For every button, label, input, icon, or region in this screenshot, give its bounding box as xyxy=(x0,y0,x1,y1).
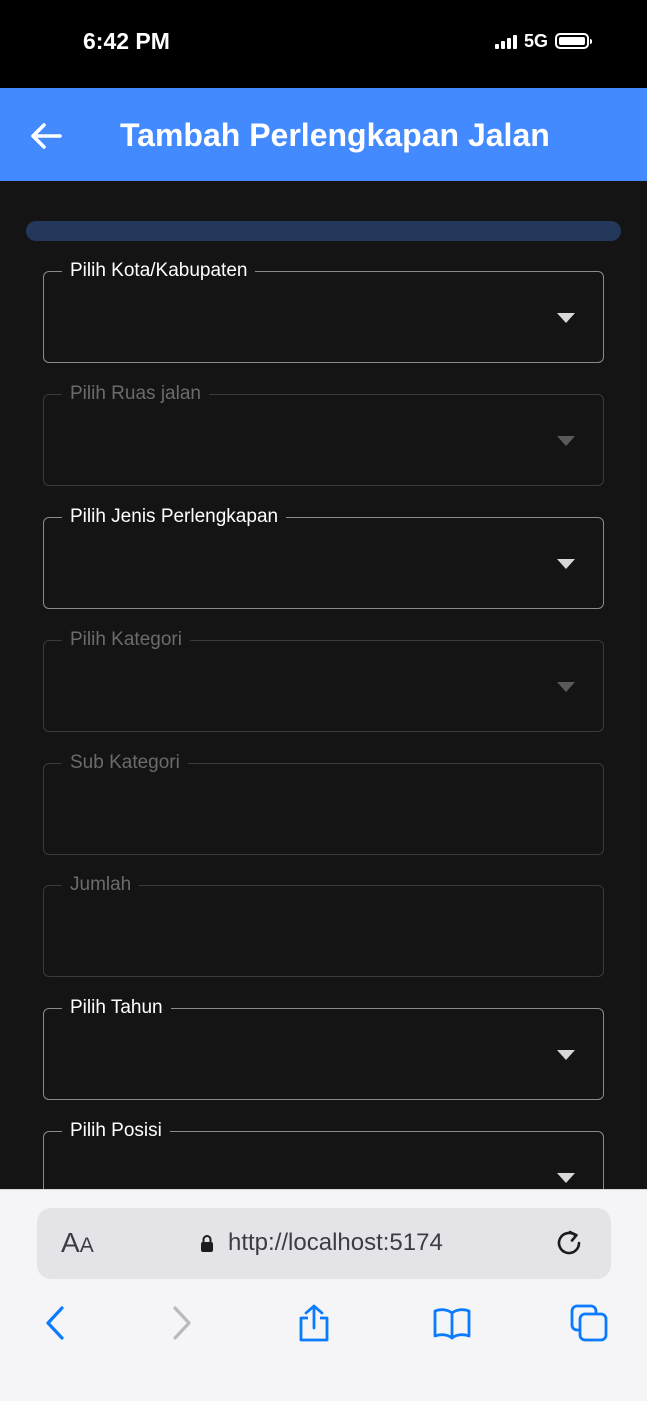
address-bar[interactable]: AA http://localhost:5174 xyxy=(37,1208,611,1279)
share-icon[interactable] xyxy=(294,1303,334,1343)
field-label: Pilih Ruas jalan xyxy=(62,382,209,406)
dropdown-caret-icon xyxy=(557,313,575,323)
lock-icon xyxy=(201,1235,213,1252)
field-label: Pilih Kota/Kabupaten xyxy=(62,259,256,283)
category-select[interactable]: Pilih Kategori xyxy=(43,628,604,732)
status-indicators: 5G xyxy=(494,30,592,52)
app-bar: Tambah Perlengkapan Jalan xyxy=(0,88,647,181)
text-size-label-small: A xyxy=(79,1234,94,1257)
field-label: Pilih Tahun xyxy=(62,996,171,1020)
equipment-type-select[interactable]: Pilih Jenis Perlengkapan xyxy=(43,505,604,609)
year-select[interactable]: Pilih Tahun xyxy=(43,996,604,1100)
back-chevron-icon[interactable] xyxy=(36,1303,76,1343)
dropdown-caret-icon xyxy=(557,682,575,692)
battery-icon xyxy=(555,33,592,49)
sub-category-field[interactable]: Sub Kategori xyxy=(43,751,604,855)
text-size-label-big: A xyxy=(61,1227,80,1258)
dropdown-caret-icon xyxy=(557,559,575,569)
text-size-button[interactable]: AA xyxy=(61,1227,94,1259)
city-select[interactable]: Pilih Kota/Kabupaten xyxy=(43,259,604,363)
field-label: Jumlah xyxy=(62,873,140,897)
arrow-left-icon xyxy=(31,123,62,149)
reload-icon[interactable] xyxy=(553,1226,587,1260)
url-text: http://localhost:5174 xyxy=(228,1229,443,1256)
road-select[interactable]: Pilih Ruas jalan xyxy=(43,382,604,486)
bookmarks-icon[interactable] xyxy=(432,1303,472,1343)
status-bar: 6:42 PM 5G xyxy=(0,0,647,88)
field-label: Pilih Jenis Perlengkapan xyxy=(62,505,287,529)
forward-chevron-icon[interactable] xyxy=(162,1303,202,1343)
quantity-field[interactable]: Jumlah xyxy=(43,873,604,977)
form-progress-bar xyxy=(26,221,621,241)
signal-icon xyxy=(494,34,517,49)
status-time: 6:42 PM xyxy=(83,28,170,54)
back-button[interactable] xyxy=(28,118,64,154)
dropdown-caret-icon xyxy=(557,1173,575,1183)
network-label: 5G xyxy=(523,30,548,51)
tabs-icon[interactable] xyxy=(569,1303,609,1343)
field-label: Pilih Kategori xyxy=(62,628,190,652)
dropdown-caret-icon xyxy=(557,1050,575,1060)
dropdown-caret-icon xyxy=(557,436,575,446)
browser-toolbar: AA http://localhost:5174 xyxy=(0,1189,647,1401)
field-label: Sub Kategori xyxy=(62,751,188,775)
field-label: Pilih Posisi xyxy=(62,1119,170,1143)
page-title: Tambah Perlengkapan Jalan xyxy=(120,117,550,153)
